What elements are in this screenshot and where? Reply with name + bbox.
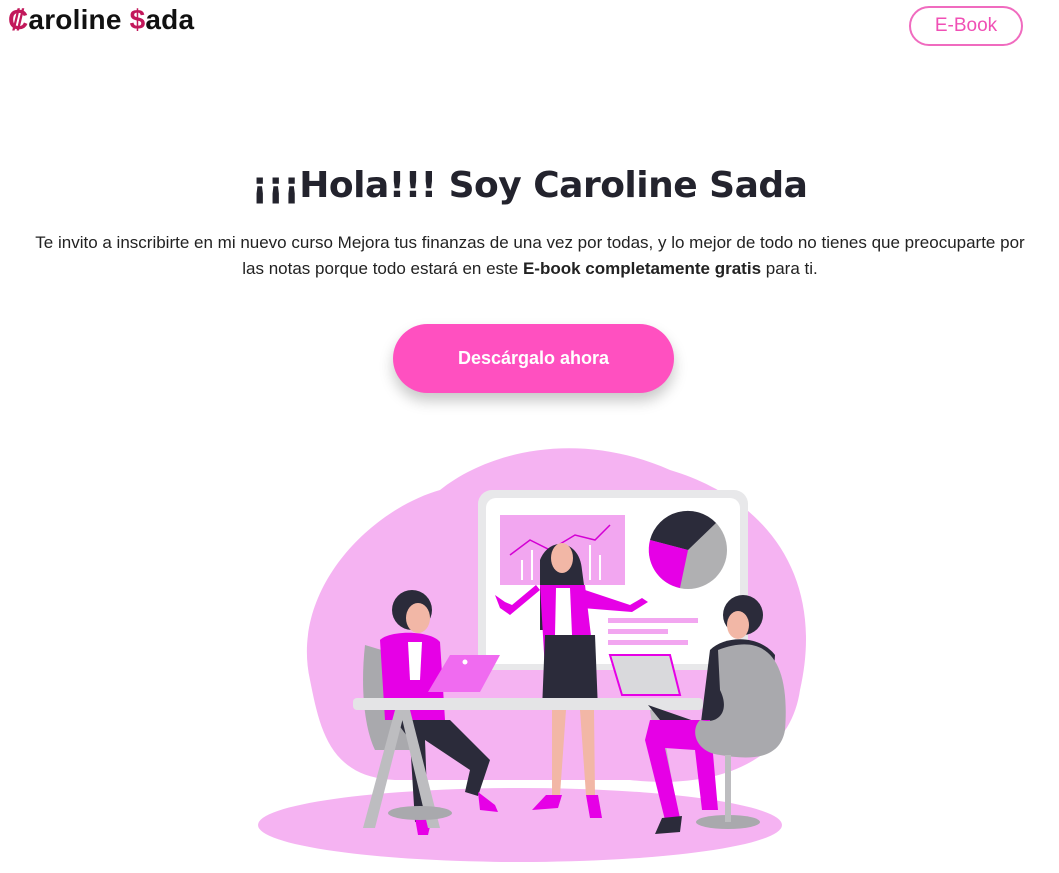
hero-title: ¡¡¡Hola!!! Soy Caroline Sada — [251, 165, 808, 206]
ebook-nav-button[interactable]: E-Book — [909, 6, 1023, 46]
right-man-face — [727, 611, 749, 639]
left-laptop-logo — [462, 659, 468, 665]
left-woman-face — [406, 603, 430, 633]
logo-first-name: aroline — [28, 4, 130, 35]
left-chair-base — [388, 806, 452, 820]
hero-text-bold: E-book completamente gratis — [522, 259, 762, 278]
logo-initial-c: ₡ — [8, 4, 29, 35]
hero-description: Te invito a inscribirte en mi nuevo curs… — [30, 230, 1030, 282]
logo-initial-s: $ — [129, 4, 146, 35]
download-now-button[interactable]: Descárgalo ahora — [393, 324, 674, 393]
site-logo[interactable]: ₡aroline $ada — [8, 4, 194, 36]
business-meeting-illustration — [258, 448, 807, 862]
meeting-table — [353, 698, 703, 710]
center-woman-face — [551, 543, 573, 573]
logo-last-name: ada — [145, 4, 195, 35]
center-woman-shirt — [555, 588, 572, 635]
left-woman-shirt — [408, 642, 422, 680]
hero-text-part2: para ti. — [761, 259, 818, 278]
right-laptop — [608, 654, 682, 696]
